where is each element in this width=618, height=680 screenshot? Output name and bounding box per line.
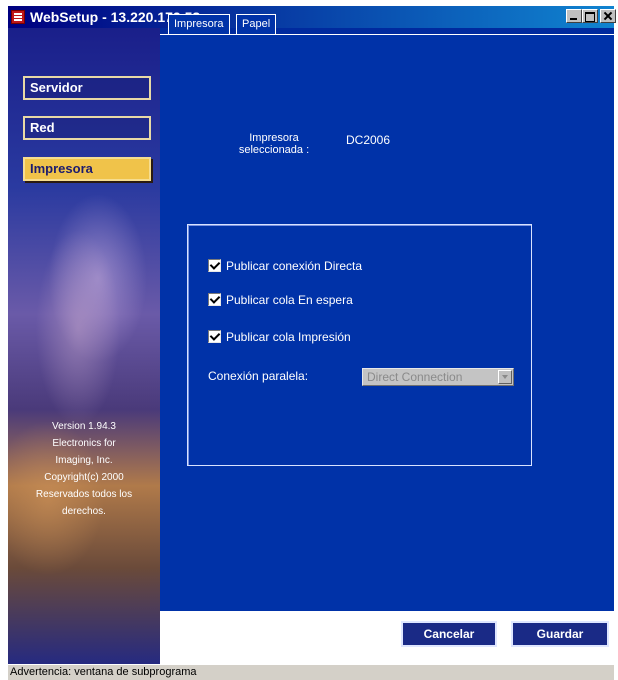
printer-label-line: Impresora [249, 132, 299, 144]
publish-hold-checkbox[interactable] [208, 293, 221, 306]
publish-print-label: Publicar cola Impresión [226, 330, 351, 344]
status-text: Advertencia: ventana de subprograma [10, 666, 197, 678]
chevron-down-icon[interactable] [498, 370, 512, 384]
printer-label-line: seleccionada : [238, 144, 310, 156]
app-icon [11, 10, 25, 24]
title-bar[interactable]: WebSetup - 13.220.172.58 [8, 6, 616, 28]
status-bar: Advertencia: ventana de subprograma [8, 664, 614, 680]
version-line: Version 1.94.3 [52, 421, 116, 432]
version-line: Copyright(c) 2000 [44, 472, 124, 483]
printer-value: DC2006 [346, 133, 391, 147]
version-line: Electronics for [52, 438, 116, 449]
websetup-window: WebSetup - 13.220.172.58 Servidor Red Im… [0, 0, 618, 680]
publish-hold-label: Publicar cola En espera [226, 293, 353, 307]
publish-direct-label: Publicar conexión Directa [226, 259, 363, 273]
save-button[interactable]: Guardar [511, 621, 609, 647]
parallel-connection-select[interactable]: Direct Connection [362, 368, 514, 386]
maximize-icon[interactable] [582, 9, 598, 23]
version-line: Imaging, Inc. [55, 455, 113, 466]
minimize-icon[interactable] [566, 9, 582, 23]
tab-papel[interactable]: Papel [236, 14, 277, 34]
sidebar: Servidor Red Impresora Version 1.94.3 El… [8, 28, 160, 664]
close-icon[interactable] [600, 9, 616, 23]
cancel-button[interactable]: Cancelar [401, 621, 497, 647]
version-info: Version 1.94.3 Electronics for Imaging, … [8, 418, 160, 520]
sidebar-item-red[interactable]: Red [23, 116, 151, 140]
printer-label: Impresora seleccionada : [228, 132, 320, 156]
sidebar-item-impresora[interactable]: Impresora [23, 157, 151, 181]
parallel-connection-value: Direct Connection [367, 370, 463, 384]
parallel-connection-label: Conexión paralela: [208, 369, 309, 383]
publish-direct-checkbox[interactable] [208, 259, 221, 272]
version-line: derechos. [62, 506, 106, 517]
sidebar-item-servidor[interactable]: Servidor [23, 76, 151, 100]
version-line: Reservados todos los [35, 489, 133, 500]
publish-print-checkbox[interactable] [208, 330, 221, 343]
tab-impresora[interactable]: Impresora [168, 14, 230, 34]
